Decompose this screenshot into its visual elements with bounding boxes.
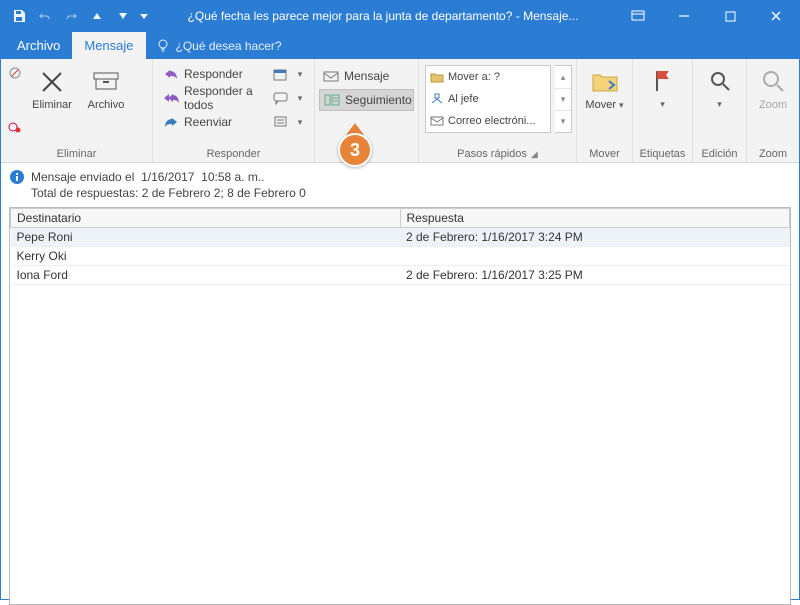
- group-label: Etiquetas: [633, 148, 692, 162]
- tab-archivo[interactable]: Archivo: [5, 32, 72, 59]
- mover-button[interactable]: Mover ▾: [583, 63, 626, 111]
- group-eliminar: Eliminar Archivo Eliminar: [1, 59, 153, 162]
- dialog-launcher-icon[interactable]: ◢: [531, 149, 538, 160]
- col-respuesta[interactable]: Respuesta: [400, 209, 790, 228]
- meeting-icon: [273, 66, 289, 82]
- undo-icon[interactable]: [33, 4, 57, 28]
- reply-icon: [163, 66, 179, 82]
- quick-step-item[interactable]: Al jefe: [426, 88, 550, 110]
- group-responder: Responder Responder a todos Reenviar ▾ ▾…: [153, 59, 315, 162]
- table-row[interactable]: Pepe Roni2 de Febrero: 1/16/2017 3:24 PM: [11, 228, 790, 247]
- step-callout: 3: [338, 123, 372, 167]
- window-title: ¿Qué fecha les parece mejor para la junt…: [151, 9, 615, 23]
- flag-icon: [647, 65, 679, 97]
- table-row[interactable]: Iona Ford2 de Febrero: 1/16/2017 3:25 PM: [11, 266, 790, 285]
- meeting-reply-button[interactable]: ▾: [271, 63, 308, 85]
- ribbon-display-icon[interactable]: [615, 1, 661, 31]
- group-label: Mover: [577, 148, 632, 162]
- message-icon: [323, 68, 339, 84]
- reply-all-icon: [163, 90, 179, 106]
- to-manager-icon: [430, 92, 444, 106]
- tracking-icon: [324, 92, 340, 108]
- table-row[interactable]: Kerry Oki: [11, 247, 790, 266]
- info-icon: [9, 169, 25, 185]
- quick-steps-scroll[interactable]: ▴▾▾: [555, 65, 572, 133]
- title-bar: ¿Qué fecha les parece mejor para la junt…: [1, 1, 799, 31]
- ignore-icon[interactable]: [7, 65, 23, 81]
- lightbulb-icon: [156, 39, 170, 53]
- zoom-icon: [757, 65, 789, 97]
- quick-step-item[interactable]: Correo electróni...: [426, 110, 550, 132]
- forward-icon: [163, 114, 179, 130]
- prev-item-icon[interactable]: [85, 4, 109, 28]
- responder-button[interactable]: Responder: [159, 63, 267, 85]
- close-button[interactable]: [753, 1, 799, 31]
- maximize-button[interactable]: [707, 1, 753, 31]
- etiquetas-button[interactable]: ▾: [639, 63, 686, 110]
- group-label: Responder: [153, 148, 314, 162]
- more-respond-button[interactable]: ▾: [271, 111, 308, 133]
- tell-me[interactable]: ¿Qué desea hacer?: [146, 39, 292, 59]
- next-item-icon[interactable]: [111, 4, 135, 28]
- group-zoom: Zoom Zoom: [747, 59, 799, 162]
- redo-icon[interactable]: [59, 4, 83, 28]
- save-icon[interactable]: [7, 4, 31, 28]
- find-icon: [704, 65, 736, 97]
- responses-table-wrap: Destinatario Respuesta Pepe Roni2 de Feb…: [9, 207, 791, 605]
- ribbon: Eliminar Archivo Eliminar Responder Resp…: [1, 59, 799, 163]
- qat-customize-icon[interactable]: [137, 4, 151, 28]
- junk-icon[interactable]: [7, 119, 23, 135]
- seguimiento-button[interactable]: Seguimiento: [319, 89, 414, 111]
- archivo-button[interactable]: Archivo: [81, 63, 131, 111]
- responses-table: Destinatario Respuesta Pepe Roni2 de Feb…: [10, 208, 790, 285]
- more-icon: [273, 114, 289, 130]
- minimize-button[interactable]: [661, 1, 707, 31]
- group-mover: Mover ▾ Mover: [577, 59, 633, 162]
- eliminar-button[interactable]: Eliminar: [27, 63, 77, 111]
- tracking-info-bar: Mensaje enviado el 1/16/2017 10:58 a. m.…: [1, 163, 799, 205]
- group-label: Eliminar: [1, 148, 152, 162]
- edicion-button[interactable]: ▾: [699, 63, 740, 110]
- folder-move-icon: [430, 70, 444, 84]
- tab-mensaje[interactable]: Mensaje: [72, 32, 145, 59]
- zoom-button[interactable]: Zoom: [753, 63, 793, 111]
- group-label: Zoom: [747, 148, 799, 162]
- reenviar-button[interactable]: Reenviar: [159, 111, 267, 133]
- group-pasos-rapidos: Mover a: ? Al jefe Correo electróni... ▴…: [419, 59, 577, 162]
- responder-todos-button[interactable]: Responder a todos: [159, 87, 267, 109]
- mensaje-button[interactable]: Mensaje: [319, 65, 414, 87]
- col-destinatario[interactable]: Destinatario: [11, 209, 401, 228]
- group-etiquetas: ▾ Etiquetas: [633, 59, 693, 162]
- quick-steps-list[interactable]: Mover a: ? Al jefe Correo electróni...: [425, 65, 551, 133]
- sent-line: Mensaje enviado el 1/16/2017 10:58 a. m.…: [31, 169, 306, 185]
- quick-step-item[interactable]: Mover a: ?: [426, 66, 550, 88]
- ribbon-tabs: Archivo Mensaje ¿Qué desea hacer?: [1, 31, 799, 59]
- team-email-icon: [430, 114, 444, 128]
- archive-icon: [90, 65, 122, 97]
- totals-line: Total de respuestas: 2 de Febrero 2; 8 d…: [31, 185, 306, 201]
- im-icon: [273, 90, 289, 106]
- move-folder-icon: [589, 65, 621, 97]
- group-label: Edición: [693, 148, 746, 162]
- callout-badge: 3: [338, 133, 372, 167]
- group-label: Pasos rápidos: [457, 148, 527, 160]
- group-edicion: ▾ Edición: [693, 59, 747, 162]
- quick-access-toolbar: [1, 4, 151, 28]
- im-reply-button[interactable]: ▾: [271, 87, 308, 109]
- delete-icon: [36, 65, 68, 97]
